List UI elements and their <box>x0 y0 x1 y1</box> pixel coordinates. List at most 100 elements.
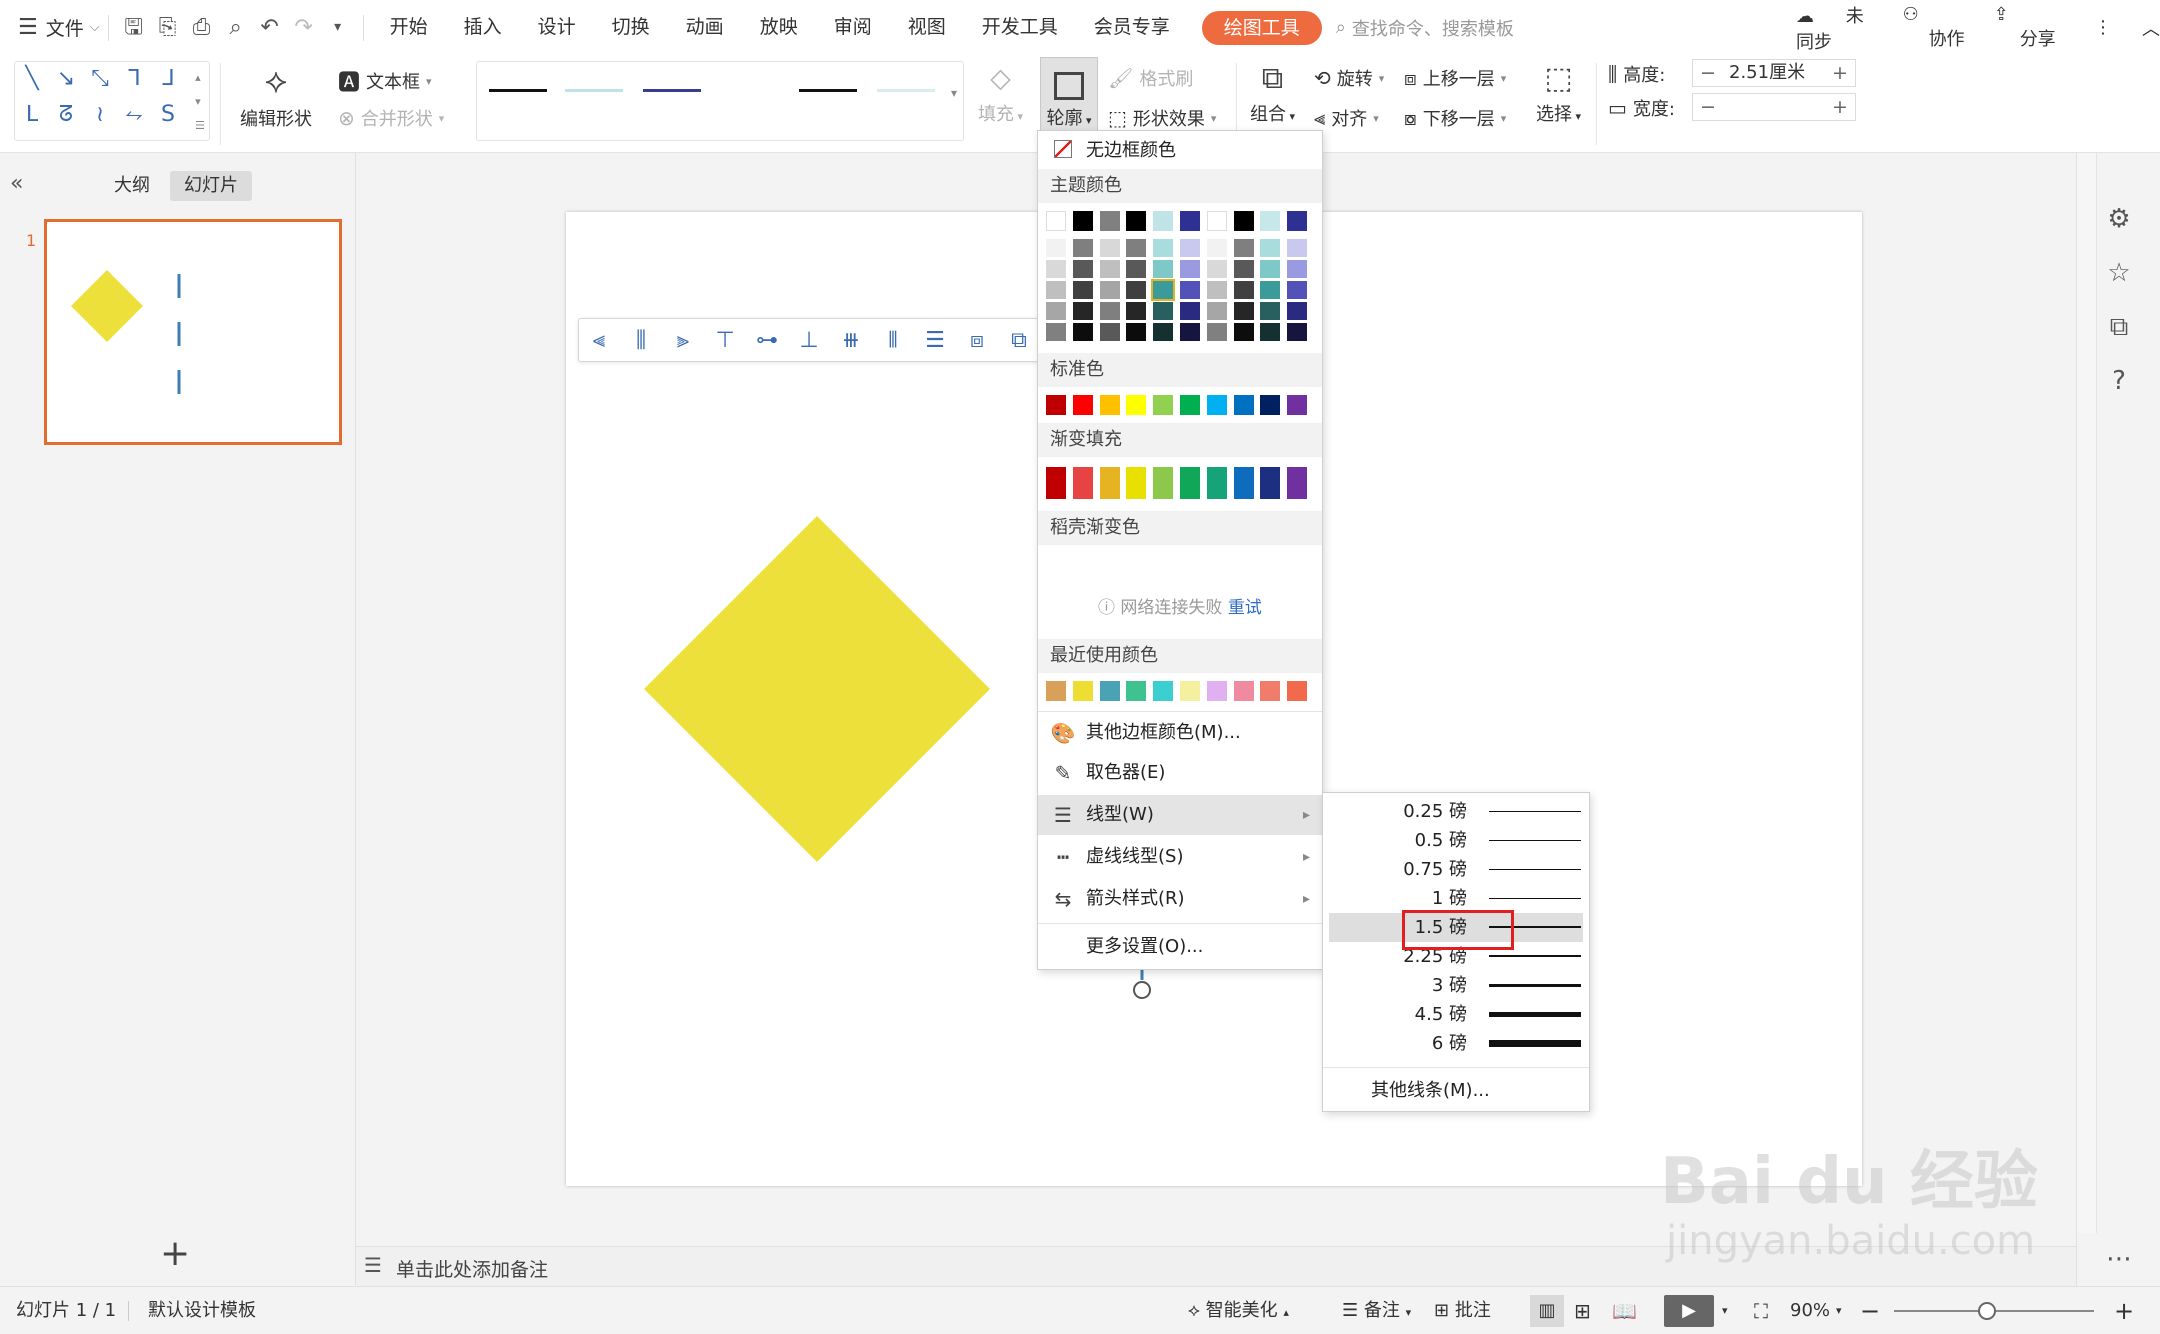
gallery-scroll-icon[interactable]: ▴ ▾ ☰ <box>195 66 205 138</box>
more-settings-item[interactable]: 更多设置(O)... <box>1038 927 1322 967</box>
theme-shade-swatch[interactable] <box>1260 260 1281 278</box>
recent-color-swatch[interactable] <box>1046 681 1066 701</box>
zoom-level[interactable]: 90% <box>1790 1287 1830 1334</box>
theme-shade-swatch[interactable] <box>1153 302 1174 320</box>
favorite-icon[interactable]: ☆ <box>2099 253 2139 293</box>
sync-button[interactable]: ☁ 未同步 <box>1796 2 1877 54</box>
textbox-button[interactable]: 🅰 文本框 ▾ <box>338 65 432 97</box>
theme-color-swatch[interactable] <box>1180 211 1200 231</box>
line-shape-icon[interactable]: ╲ <box>19 66 45 92</box>
theme-shade-swatch[interactable] <box>1151 279 1176 301</box>
theme-shade-swatch[interactable] <box>1072 239 1093 257</box>
elbow-connector-icon[interactable]: ᒣ <box>121 66 147 92</box>
fit-window-icon[interactable]: ⛶ <box>1754 1287 1768 1334</box>
theme-shade-swatch[interactable] <box>1233 239 1254 257</box>
recent-color-swatch[interactable] <box>1153 681 1174 701</box>
bring-forward-button[interactable]: ⧈ 上移一层 ▾ <box>1404 65 1506 91</box>
style-line-3[interactable] <box>643 89 701 92</box>
standard-color-swatch[interactable] <box>1206 395 1227 415</box>
gradient-fill-swatch[interactable] <box>1072 467 1093 499</box>
tab-member[interactable]: 会员专享 <box>1076 0 1188 55</box>
recent-color-swatch[interactable] <box>1180 681 1200 701</box>
tab-transition[interactable]: 切换 <box>594 0 668 55</box>
collapse-ribbon-icon[interactable]: ︿ <box>2142 15 2160 41</box>
undo-icon[interactable]: ↶ <box>253 0 287 55</box>
align-center-icon[interactable]: ⫼ <box>625 325 657 357</box>
theme-shade-swatch[interactable] <box>1260 239 1281 257</box>
curved-arrow-connector-icon[interactable]: ≀ <box>87 102 113 128</box>
curve-shape-icon[interactable]: S <box>155 102 181 128</box>
export-icon[interactable]: ⎘ <box>151 0 185 55</box>
line-weight-option[interactable]: 0.25 磅 <box>1329 797 1583 826</box>
theme-shade-swatch[interactable] <box>1099 239 1120 257</box>
print-preview-icon[interactable]: ⌕ <box>219 0 253 55</box>
fill-button[interactable]: ⬦ 填充 ▾ <box>978 61 1023 126</box>
print-icon[interactable]: ⎙ <box>185 0 219 55</box>
theme-shade-swatch[interactable] <box>1287 323 1308 341</box>
theme-shade-swatch[interactable] <box>1153 260 1174 278</box>
grid-view-icon[interactable]: ⊞ <box>1574 1287 1591 1334</box>
align-bottom-icon[interactable]: ⊥ <box>793 325 825 357</box>
height-stepper[interactable]: − 2.51厘米 + <box>1692 59 1856 87</box>
retry-link[interactable]: 重试 <box>1228 598 1262 618</box>
recent-color-swatch[interactable] <box>1126 681 1147 701</box>
gradient-fill-swatch[interactable] <box>1260 467 1281 499</box>
theme-shade-swatch[interactable] <box>1260 302 1281 320</box>
slide-thumbnail[interactable] <box>44 219 342 445</box>
merge-shape-button[interactable]: ⊗ 合并形状 ▾ <box>338 105 444 131</box>
theme-shade-swatch[interactable] <box>1099 260 1120 278</box>
theme-color-swatch[interactable] <box>1153 211 1174 231</box>
standard-color-swatch[interactable] <box>1287 395 1308 415</box>
line-weight-option[interactable]: 4.5 磅 <box>1329 1000 1583 1029</box>
standard-color-swatch[interactable] <box>1046 395 1066 415</box>
theme-shade-swatch[interactable] <box>1233 260 1254 278</box>
distribute-columns-icon[interactable]: ⦀ <box>877 325 909 357</box>
style-line-1[interactable] <box>489 89 547 92</box>
gradient-fill-swatch[interactable] <box>1153 467 1174 499</box>
double-arrow-shape-icon[interactable]: ⤡ <box>87 66 113 92</box>
theme-shade-swatch[interactable] <box>1233 323 1254 341</box>
align-left-icon[interactable]: ⫷ <box>583 325 615 357</box>
gallery-expand-icon[interactable]: ▾ <box>951 86 957 100</box>
standard-color-swatch[interactable] <box>1072 395 1093 415</box>
theme-shade-swatch[interactable] <box>1072 281 1093 299</box>
eyedropper-item[interactable]: ✎ 取色器(E) <box>1038 753 1322 793</box>
play-button[interactable]: ▶ <box>1664 1295 1714 1327</box>
zoom-dropdown-icon[interactable]: ▾ <box>1836 1287 1842 1334</box>
tab-insert[interactable]: 插入 <box>446 0 520 55</box>
more-icon[interactable]: ⋮ <box>2094 17 2112 38</box>
theme-color-swatch[interactable] <box>1072 211 1093 231</box>
standard-color-swatch[interactable] <box>1099 395 1120 415</box>
zoom-slider-thumb[interactable] <box>1978 1302 1996 1320</box>
slide-switch-icon[interactable]: ⧉ <box>2099 307 2139 347</box>
comment-button[interactable]: ⊞ 批注 <box>1434 1287 1491 1334</box>
theme-color-swatch[interactable] <box>1126 211 1147 231</box>
align-button[interactable]: ⫷ 对齐 ▾ <box>1314 105 1379 131</box>
standard-color-swatch[interactable] <box>1126 395 1147 415</box>
redo-icon[interactable]: ↷ <box>287 0 321 55</box>
theme-color-swatch[interactable] <box>1206 211 1227 231</box>
theme-color-swatch[interactable] <box>1099 211 1120 231</box>
more-border-colors-item[interactable]: 🎨 其他边框颜色(M)... <box>1038 713 1322 753</box>
theme-shade-swatch[interactable] <box>1046 239 1066 257</box>
theme-shade-swatch[interactable] <box>1126 302 1147 320</box>
theme-shade-swatch[interactable] <box>1287 302 1308 320</box>
standard-color-swatch[interactable] <box>1233 395 1254 415</box>
smart-beautify-button[interactable]: ⟡ 智能美化 ▴ <box>1188 1287 1289 1334</box>
width-plus-button[interactable]: + <box>1825 94 1855 120</box>
standard-color-swatch[interactable] <box>1180 395 1200 415</box>
zoom-slider[interactable] <box>1894 1302 2094 1320</box>
line-weight-option[interactable]: 0.5 磅 <box>1329 826 1583 855</box>
align-middle-icon[interactable]: ⊶ <box>751 325 783 357</box>
gradient-fill-swatch[interactable] <box>1046 467 1066 499</box>
add-slide-button[interactable]: + <box>160 1233 190 1274</box>
distribute-vertical-icon[interactable]: ☰ <box>919 325 951 357</box>
edit-shape-button[interactable]: ⟡ 编辑形状 <box>240 61 312 131</box>
zoom-in-button[interactable]: + <box>2114 1287 2134 1334</box>
align-right-icon[interactable]: ⫸ <box>667 325 699 357</box>
normal-view-icon[interactable]: ▥ <box>1530 1295 1564 1327</box>
line-weight-option[interactable]: 6 磅 <box>1329 1029 1583 1058</box>
send-backward-button[interactable]: ⧇ 下移一层 ▾ <box>1404 105 1506 131</box>
line-weight-option[interactable]: 0.75 磅 <box>1329 855 1583 884</box>
no-border-color-item[interactable]: 无边框颜色 <box>1038 133 1322 169</box>
